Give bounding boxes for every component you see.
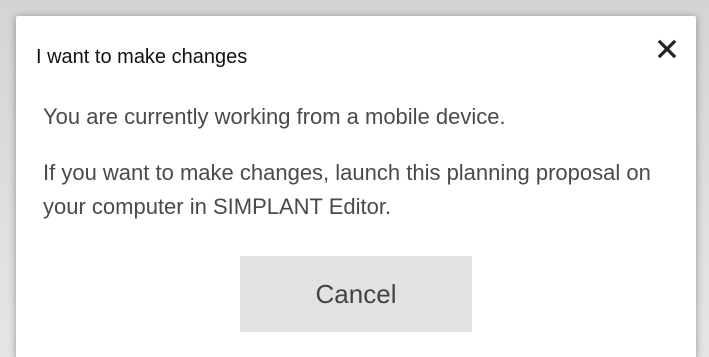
close-icon bbox=[657, 39, 677, 59]
dialog-message: You are currently working from a mobile … bbox=[43, 100, 663, 224]
make-changes-dialog: I want to make changes You are currently… bbox=[16, 16, 696, 357]
mobile-device-notice: You are currently working from a mobile … bbox=[43, 104, 506, 129]
close-button[interactable] bbox=[648, 30, 686, 68]
cancel-button[interactable]: Cancel bbox=[240, 256, 472, 332]
dialog-title: I want to make changes bbox=[36, 46, 248, 68]
launch-editor-instruction: If you want to make changes, launch this… bbox=[43, 160, 651, 219]
page-backdrop: I want to make changes You are currently… bbox=[0, 0, 709, 357]
